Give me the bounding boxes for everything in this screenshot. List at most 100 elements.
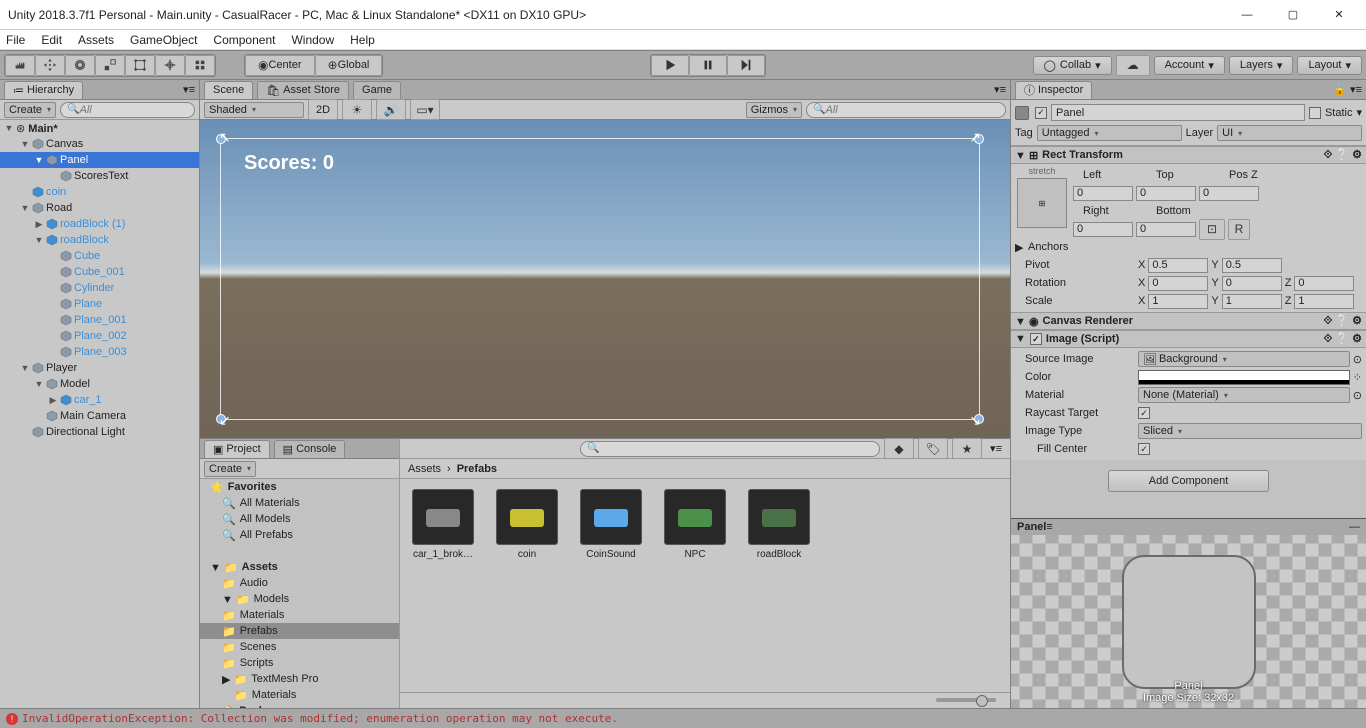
scl-y-input[interactable]	[1222, 294, 1282, 309]
selected-rect-gizmo[interactable]: ↖ ↗ ↙ ↘	[220, 138, 980, 420]
scene-gizmos-dropdown[interactable]: Gizmos	[746, 102, 802, 118]
pause-button[interactable]	[689, 55, 727, 76]
hierarchy-search[interactable]: 🔍All	[60, 102, 195, 118]
scene-options-icon[interactable]: ▾≡	[990, 83, 1010, 96]
project-options-icon[interactable]: ▾≡	[986, 442, 1006, 455]
asset-item[interactable]: coin	[494, 489, 560, 560]
scene-audio-toggle[interactable]: 🔊	[376, 99, 406, 120]
right-input[interactable]	[1073, 222, 1133, 237]
layers-dropdown[interactable]: Layers ▾	[1229, 56, 1294, 75]
project-tree-item[interactable]: ▶ 📁 TextMesh Pro	[200, 671, 399, 687]
pivot-center-button[interactable]: ◉ Center	[245, 55, 315, 76]
hierarchy-item[interactable]: ▼Canvas	[0, 136, 199, 152]
inspector-lock-icon[interactable]: 🔒 ▾≡	[1329, 83, 1366, 96]
tab-console[interactable]: ▤ Console	[274, 440, 346, 458]
scene-shaded-dropdown[interactable]: Shaded	[204, 102, 304, 118]
project-label-icon[interactable]: 🏷	[918, 438, 948, 459]
raw-button[interactable]: R	[1228, 219, 1250, 240]
layout-dropdown[interactable]: Layout ▾	[1297, 56, 1362, 75]
project-tree-item[interactable]: ▶ 📦 Packages	[200, 703, 399, 708]
crumb-prefabs[interactable]: Prefabs	[457, 463, 497, 475]
menu-window[interactable]: Window	[291, 33, 334, 47]
blueprint-button[interactable]: ⊡	[1199, 219, 1225, 240]
posz-input[interactable]	[1199, 186, 1259, 201]
scene-fx-toggle[interactable]: ▭▾	[410, 99, 440, 120]
project-create-dropdown[interactable]: Create	[204, 461, 256, 477]
menu-help[interactable]: Help	[350, 33, 375, 47]
hierarchy-item[interactable]: Plane_003	[0, 344, 199, 360]
project-zoom-slider[interactable]	[400, 692, 1010, 708]
canvas-renderer-header[interactable]: ▼ ◉ Canvas Renderer⟐ ❔ ⚙	[1011, 312, 1366, 330]
left-input[interactable]	[1073, 186, 1133, 201]
rect-transform-header[interactable]: ▼ ⊞ Rect Transform⟐ ❔ ⚙	[1011, 146, 1366, 164]
menu-edit[interactable]: Edit	[41, 33, 62, 47]
account-dropdown[interactable]: Account ▾	[1154, 56, 1225, 75]
object-name-input[interactable]	[1051, 104, 1305, 121]
hierarchy-create-dropdown[interactable]: Create	[4, 102, 56, 118]
asset-item[interactable]: roadBlock	[746, 489, 812, 560]
hand-tool[interactable]	[5, 55, 35, 76]
static-checkbox[interactable]	[1309, 107, 1321, 119]
cloud-button[interactable]: ☁	[1116, 55, 1150, 76]
hierarchy-item[interactable]: ▶roadBlock (1)	[0, 216, 199, 232]
transform-tool[interactable]	[155, 55, 185, 76]
asset-item[interactable]: NPC	[662, 489, 728, 560]
project-tree-item[interactable]: 📁 Scenes	[200, 639, 399, 655]
hierarchy-item[interactable]: ▼Player	[0, 360, 199, 376]
project-star-icon[interactable]: ★	[952, 438, 982, 459]
menu-file[interactable]: File	[6, 33, 25, 47]
project-tree-item[interactable]: 🔍 All Materials	[200, 495, 399, 511]
rot-z-input[interactable]	[1294, 276, 1354, 291]
gameobject-icon[interactable]	[1015, 106, 1029, 120]
project-tree-item[interactable]: 🔍 All Models	[200, 511, 399, 527]
hierarchy-item[interactable]: Plane	[0, 296, 199, 312]
tab-inspector[interactable]: ⓘ Inspector	[1015, 81, 1092, 99]
project-tree-item[interactable]: ▼ 📁 Models	[200, 591, 399, 607]
rot-y-input[interactable]	[1222, 276, 1282, 291]
tab-scene[interactable]: Scene	[204, 81, 253, 99]
scene-root[interactable]: ▼⊛ Main*	[0, 120, 199, 136]
bottom-input[interactable]	[1136, 222, 1196, 237]
tag-dropdown[interactable]: Untagged	[1037, 125, 1182, 141]
hierarchy-item[interactable]: Plane_001	[0, 312, 199, 328]
material-picker-icon[interactable]: ⊙	[1353, 389, 1362, 402]
hierarchy-item[interactable]: ▼Panel	[0, 152, 199, 168]
menu-assets[interactable]: Assets	[78, 33, 114, 47]
custom-tool[interactable]	[185, 55, 215, 76]
crumb-assets[interactable]: Assets	[408, 463, 441, 475]
anchor-preset-button[interactable]: ⊞	[1017, 178, 1067, 228]
rect-tool[interactable]	[125, 55, 155, 76]
scale-tool[interactable]	[95, 55, 125, 76]
hierarchy-item[interactable]: Cube	[0, 248, 199, 264]
project-tree-item[interactable]: 📁 Materials	[200, 687, 399, 703]
pivot-x-input[interactable]	[1148, 258, 1208, 273]
menu-component[interactable]: Component	[213, 33, 275, 47]
pivot-y-input[interactable]	[1222, 258, 1282, 273]
scene-search[interactable]: 🔍All	[806, 102, 1006, 118]
scene-light-toggle[interactable]: ☀	[342, 99, 372, 120]
play-button[interactable]	[651, 55, 689, 76]
add-component-button[interactable]: Add Component	[1108, 470, 1270, 492]
image-header[interactable]: ▼ ✓ Image (Script)⟐ ❔ ⚙	[1011, 330, 1366, 348]
project-search[interactable]: 🔍	[580, 441, 880, 457]
top-input[interactable]	[1136, 186, 1196, 201]
move-tool[interactable]	[35, 55, 65, 76]
project-tree-item[interactable]: 📁 Scripts	[200, 655, 399, 671]
tab-game[interactable]: Game	[353, 81, 401, 99]
hierarchy-item[interactable]: ▶car_1	[0, 392, 199, 408]
hierarchy-options-icon[interactable]: ▾≡	[179, 83, 199, 96]
image-type-dropdown[interactable]: Sliced	[1138, 423, 1362, 439]
minimize-button[interactable]: —	[1224, 0, 1270, 30]
project-tree-item[interactable]: ▼ 📁 Assets	[200, 559, 399, 575]
step-button[interactable]	[727, 55, 765, 76]
pivot-global-button[interactable]: ⊕ Global	[315, 55, 383, 76]
source-picker-icon[interactable]: ⊙	[1353, 353, 1362, 366]
active-checkbox[interactable]: ✓	[1035, 107, 1047, 119]
raycast-checkbox[interactable]: ✓	[1138, 407, 1150, 419]
layer-dropdown[interactable]: UI	[1217, 125, 1362, 141]
project-tree-item[interactable]: 📁 Audio	[200, 575, 399, 591]
rot-x-input[interactable]	[1148, 276, 1208, 291]
tab-project[interactable]: ▣ Project	[204, 440, 270, 458]
material-field[interactable]: None (Material)	[1138, 387, 1350, 403]
menu-gameobject[interactable]: GameObject	[130, 33, 197, 47]
